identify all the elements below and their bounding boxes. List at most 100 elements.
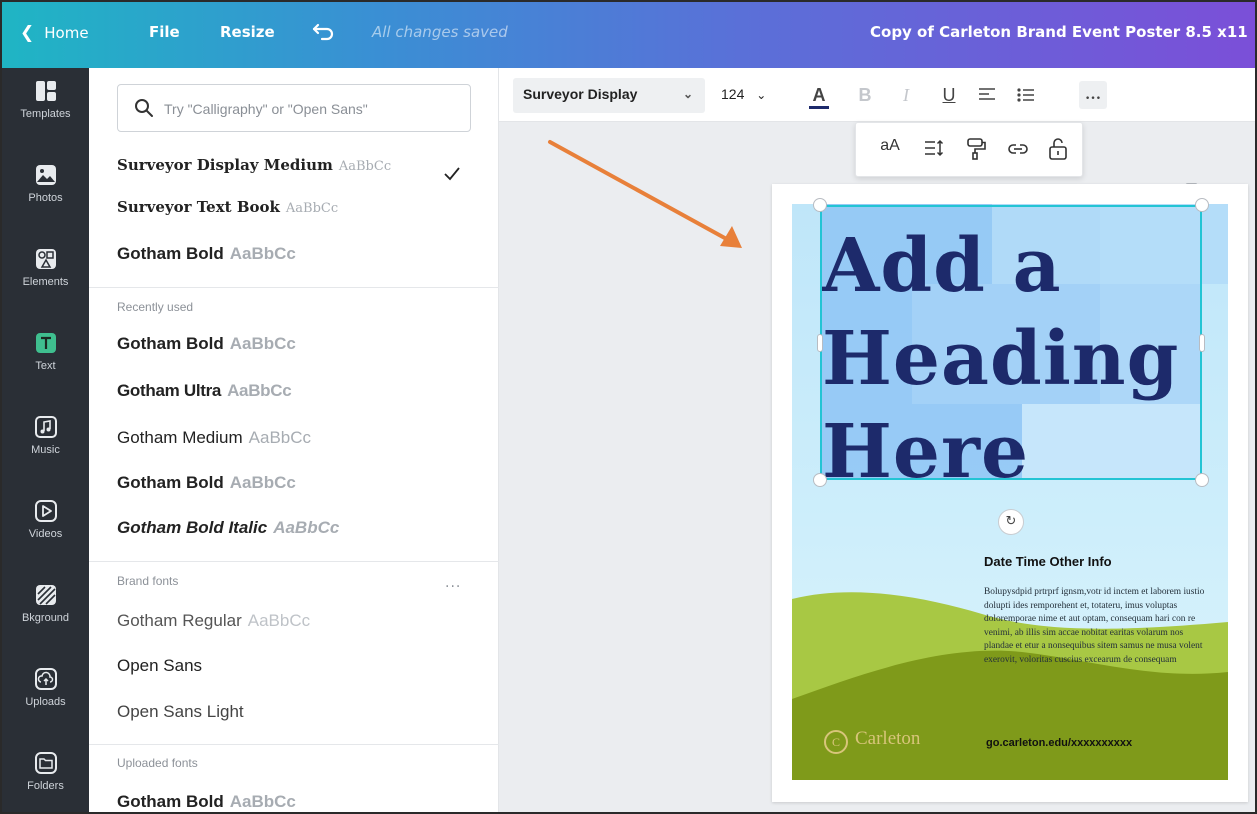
resize-handle-top-right[interactable]	[1195, 198, 1209, 212]
font-option[interactable]: Open Sans	[117, 656, 477, 696]
home-label: Home	[44, 24, 89, 42]
top-bar: ❮ Home File Resize All changes saved Copy…	[2, 2, 1255, 68]
rail-label-videos: Videos	[28, 528, 63, 540]
font-search-box[interactable]	[117, 84, 471, 132]
font-option[interactable]: Gotham Bold AaBbCc	[117, 473, 477, 513]
folders-icon	[35, 752, 57, 774]
rail-item-photos[interactable]: Photos	[2, 152, 89, 232]
font-name: Open Sans	[117, 656, 203, 675]
lock-button[interactable]	[1044, 137, 1072, 163]
font-name: Surveyor Text Book	[117, 198, 280, 216]
font-option[interactable]: Open Sans Light	[117, 702, 477, 742]
elements-icon	[36, 249, 56, 269]
link-button[interactable]	[1004, 137, 1032, 163]
rail-item-templates[interactable]: Templates	[2, 68, 89, 148]
font-option[interactable]: Gotham Bold AaBbCc	[117, 244, 477, 284]
section-label-uploaded: Uploaded fonts	[117, 756, 198, 770]
poster-body-text[interactable]: Bolupysdpid prtrprf ignsm,votr id inctem…	[984, 586, 1206, 667]
templates-icon	[36, 81, 56, 101]
rail-item-music[interactable]: Music	[2, 404, 89, 484]
text-color-button[interactable]: A	[805, 81, 833, 109]
section-label-recent: Recently used	[117, 300, 194, 314]
font-name: Gotham Bold	[117, 473, 224, 492]
font-size-dropdown[interactable]: 124 ⌄	[721, 86, 766, 102]
font-option[interactable]: Gotham Medium AaBbCc	[117, 428, 477, 468]
resize-handle-bottom-right[interactable]	[1195, 473, 1209, 487]
poster-date-info[interactable]: Date Time Other Info	[984, 554, 1112, 569]
font-option[interactable]: Gotham Bold Italic AaBbCc	[117, 518, 477, 558]
rotate-icon[interactable]: ↻	[998, 509, 1024, 535]
more-options-icon[interactable]: ...	[445, 575, 461, 591]
divider	[89, 287, 499, 288]
chevron-left-icon: ❮	[20, 23, 35, 43]
font-option[interactable]: Surveyor Display Medium AaBbCc	[117, 156, 477, 196]
resize-handle-top-left[interactable]	[813, 198, 827, 212]
list-button[interactable]	[1012, 81, 1040, 109]
resize-handle-left[interactable]	[817, 334, 823, 352]
font-sample: AaBbCc	[247, 611, 311, 630]
list-icon	[1017, 88, 1034, 102]
italic-button[interactable]: I	[892, 81, 920, 109]
align-button[interactable]	[973, 81, 1001, 109]
font-option[interactable]: Gotham Bold AaBbCc	[117, 792, 477, 812]
chevron-down-icon: ⌄	[756, 88, 767, 102]
photos-icon	[36, 165, 56, 185]
rail-item-uploads[interactable]: Uploads	[2, 656, 89, 736]
carleton-seal-icon: C	[824, 730, 848, 754]
document-title[interactable]: Copy of Carleton Brand Event Poster 8.5 …	[870, 23, 1248, 41]
font-sample: AaBbCc	[229, 244, 296, 263]
font-name: Gotham Medium	[117, 428, 243, 447]
resize-handle-bottom-left[interactable]	[813, 473, 827, 487]
rail-item-elements[interactable]: Elements	[2, 236, 89, 316]
bold-button[interactable]: B	[851, 81, 879, 109]
carleton-logo-text[interactable]: Carleton	[855, 728, 920, 750]
search-icon	[135, 99, 153, 117]
font-name: Gotham Bold	[117, 244, 224, 263]
underline-button[interactable]: U	[935, 81, 963, 109]
font-option[interactable]: Gotham Regular AaBbCc	[117, 611, 477, 651]
italic-icon: I	[903, 85, 909, 105]
font-family-value: Surveyor Display	[523, 86, 638, 102]
section-label-brand: Brand fonts	[117, 574, 179, 588]
poster-url[interactable]: go.carleton.edu/xxxxxxxxxx	[986, 737, 1132, 749]
resize-button[interactable]: Resize	[220, 23, 275, 41]
rail-label-background: Bkground	[21, 612, 70, 624]
rail-item-background[interactable]: Bkground	[2, 572, 89, 652]
undo-icon[interactable]	[310, 18, 338, 46]
font-sample: AaBbCc	[229, 473, 296, 492]
font-size-value: 124	[721, 86, 745, 102]
font-family-dropdown[interactable]: Surveyor Display ⌄	[513, 78, 705, 113]
font-name: Surveyor Display Medium	[117, 156, 333, 174]
file-menu-button[interactable]: File	[149, 23, 180, 41]
rail-label-uploads: Uploads	[25, 696, 66, 708]
bold-icon: B	[858, 85, 872, 105]
spacing-button[interactable]	[920, 137, 948, 163]
font-panel: Surveyor Display Medium AaBbCc Surveyor T…	[89, 68, 499, 812]
font-name: Gotham Bold	[117, 792, 224, 811]
extra-text-options-toolbar: aA	[855, 122, 1083, 177]
font-sample: AaBbCc	[229, 334, 296, 353]
font-name: Open Sans Light	[117, 702, 244, 721]
rail-label-music: Music	[31, 444, 60, 456]
font-option[interactable]: Surveyor Text Book AaBbCc	[117, 198, 477, 238]
checkmark-icon	[444, 167, 460, 181]
link-icon	[1008, 144, 1028, 154]
font-option[interactable]: Gotham Ultra AaBbCc	[117, 381, 477, 421]
more-options-button[interactable]: …	[1079, 81, 1107, 109]
unlock-icon	[1049, 138, 1067, 160]
copy-style-button[interactable]	[962, 137, 990, 163]
underline-icon: U	[942, 85, 956, 105]
home-button[interactable]: ❮ Home	[20, 23, 89, 43]
resize-handle-right[interactable]	[1199, 334, 1205, 352]
selection-box	[820, 205, 1202, 480]
rail-item-videos[interactable]: Videos	[2, 488, 89, 568]
background-icon	[36, 585, 56, 605]
rail-item-text[interactable]: Text	[2, 320, 89, 400]
font-sample: AaBbCc	[285, 201, 339, 216]
font-search-input[interactable]	[164, 97, 454, 121]
font-name: Gotham Ultra	[117, 381, 222, 400]
font-name: Gotham Bold Italic	[117, 518, 268, 537]
font-option[interactable]: Gotham Bold AaBbCc	[117, 334, 477, 374]
letter-case-button[interactable]: aA	[874, 137, 906, 163]
rail-item-folders[interactable]: Folders	[2, 740, 89, 812]
